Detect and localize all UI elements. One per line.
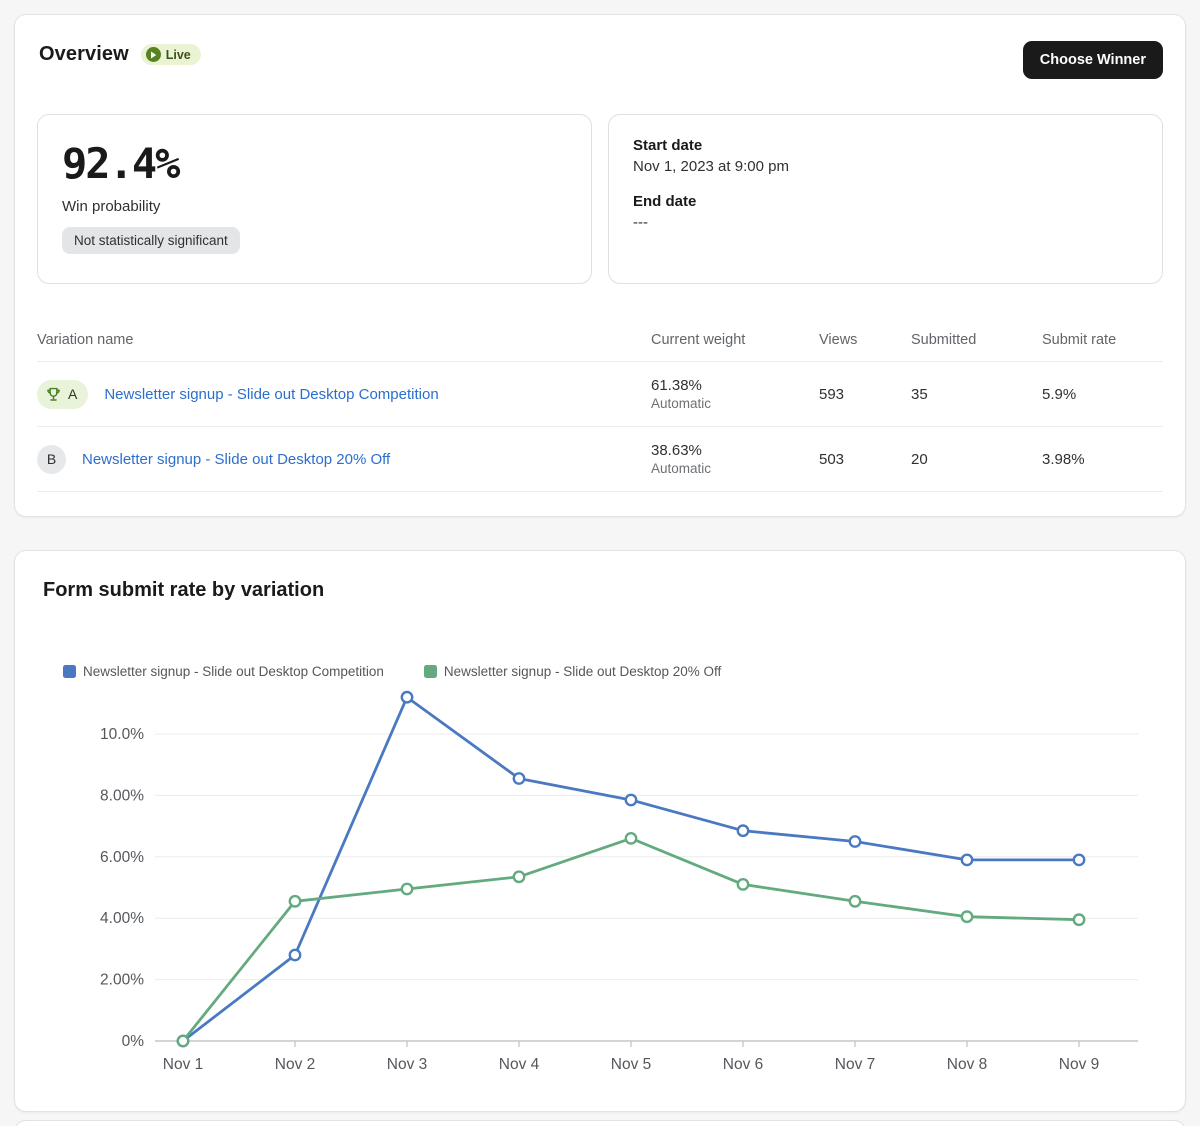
- variation-b-badge: B: [37, 445, 66, 474]
- svg-text:10.0%: 10.0%: [100, 726, 144, 743]
- svg-text:Nov 2: Nov 2: [275, 1056, 316, 1073]
- choose-winner-button[interactable]: Choose Winner: [1023, 41, 1163, 79]
- legend-label-variation-a: Newsletter signup - Slide out Desktop Co…: [83, 664, 384, 679]
- legend-label-variation-b: Newsletter signup - Slide out Desktop 20…: [444, 664, 721, 679]
- legend-swatch-blue: [63, 665, 76, 678]
- col-header-submit-rate: Submit rate: [1042, 332, 1163, 348]
- overview-header: Overview Live: [39, 43, 1161, 66]
- live-status-badge: Live: [141, 44, 201, 65]
- svg-text:2.00%: 2.00%: [100, 972, 144, 989]
- variation-a-views: 593: [819, 386, 911, 403]
- svg-text:6.00%: 6.00%: [100, 849, 144, 866]
- svg-text:Nov 7: Nov 7: [835, 1056, 876, 1073]
- dates-card: Start date Nov 1, 2023 at 9:00 pm End da…: [608, 114, 1163, 284]
- svg-text:0%: 0%: [122, 1033, 145, 1050]
- table-row: B Newsletter signup - Slide out Desktop …: [37, 427, 1163, 492]
- chart-legend: Newsletter signup - Slide out Desktop Co…: [63, 664, 1157, 679]
- significance-badge: Not statistically significant: [62, 227, 240, 254]
- next-card-partial: [14, 1120, 1186, 1126]
- live-play-icon: [146, 47, 161, 62]
- end-date-label: End date: [633, 193, 1138, 210]
- start-date-block: Start date Nov 1, 2023 at 9:00 pm: [633, 137, 1138, 175]
- table-row: A Newsletter signup - Slide out Desktop …: [37, 362, 1163, 427]
- variation-a-weight: 61.38%: [651, 377, 819, 394]
- overview-card: Overview Live Choose Winner 92.4% Win pr…: [14, 14, 1186, 517]
- end-date-block: End date ---: [633, 193, 1138, 231]
- variation-a-submit-rate: 5.9%: [1042, 386, 1163, 403]
- svg-text:8.00%: 8.00%: [100, 787, 144, 804]
- page-title: Overview: [39, 43, 129, 66]
- variations-table: Variation name Current weight Views Subm…: [37, 318, 1163, 492]
- trophy-icon: [45, 386, 62, 403]
- variation-b-weight-mode: Automatic: [651, 461, 819, 476]
- variation-b-weight: 38.63%: [651, 442, 819, 459]
- win-probability-label: Win probability: [62, 198, 567, 215]
- col-header-current-weight: Current weight: [651, 332, 819, 348]
- table-header-row: Variation name Current weight Views Subm…: [37, 318, 1163, 362]
- win-probability-card: 92.4% Win probability Not statistically …: [37, 114, 592, 284]
- legend-item-variation-a: Newsletter signup - Slide out Desktop Co…: [63, 664, 384, 679]
- live-badge-label: Live: [166, 48, 191, 62]
- chart-title: Form submit rate by variation: [43, 579, 1157, 602]
- start-date-value: Nov 1, 2023 at 9:00 pm: [633, 158, 1138, 175]
- variation-a-submitted: 35: [911, 386, 1042, 403]
- variation-a-link[interactable]: Newsletter signup - Slide out Desktop Co…: [104, 386, 438, 403]
- win-probability-value: 92.4%: [62, 139, 567, 188]
- legend-item-variation-b: Newsletter signup - Slide out Desktop 20…: [424, 664, 721, 679]
- variation-b-submit-rate: 3.98%: [1042, 451, 1163, 468]
- variation-b-views: 503: [819, 451, 911, 468]
- legend-swatch-green: [424, 665, 437, 678]
- svg-text:Nov 6: Nov 6: [723, 1056, 764, 1073]
- svg-text:Nov 8: Nov 8: [947, 1056, 988, 1073]
- svg-text:4.00%: 4.00%: [100, 910, 144, 927]
- submit-rate-line-chart[interactable]: 0% 2.00% 4.00% 6.00% 8.00% 10.0% Nov 1 Nov 2 Nov…: [43, 685, 1157, 1095]
- svg-text:Nov 5: Nov 5: [611, 1056, 652, 1073]
- variation-b-link[interactable]: Newsletter signup - Slide out Desktop 20…: [82, 451, 390, 468]
- start-date-label: Start date: [633, 137, 1138, 154]
- svg-text:Nov 1: Nov 1: [163, 1056, 204, 1073]
- variation-b-submitted: 20: [911, 451, 1042, 468]
- svg-text:Nov 9: Nov 9: [1059, 1056, 1100, 1073]
- stat-cards-row: 92.4% Win probability Not statistically …: [37, 114, 1163, 284]
- svg-text:Nov 4: Nov 4: [499, 1056, 540, 1073]
- svg-text:Nov 3: Nov 3: [387, 1056, 428, 1073]
- chart-card: Form submit rate by variation Newsletter…: [14, 550, 1186, 1112]
- col-header-variation-name: Variation name: [37, 332, 651, 348]
- col-header-views: Views: [819, 332, 911, 348]
- variation-a-weight-mode: Automatic: [651, 396, 819, 411]
- variation-a-winner-badge: A: [37, 380, 88, 409]
- end-date-value: ---: [633, 214, 1138, 231]
- col-header-submitted: Submitted: [911, 332, 1042, 348]
- variation-a-letter: A: [68, 386, 77, 402]
